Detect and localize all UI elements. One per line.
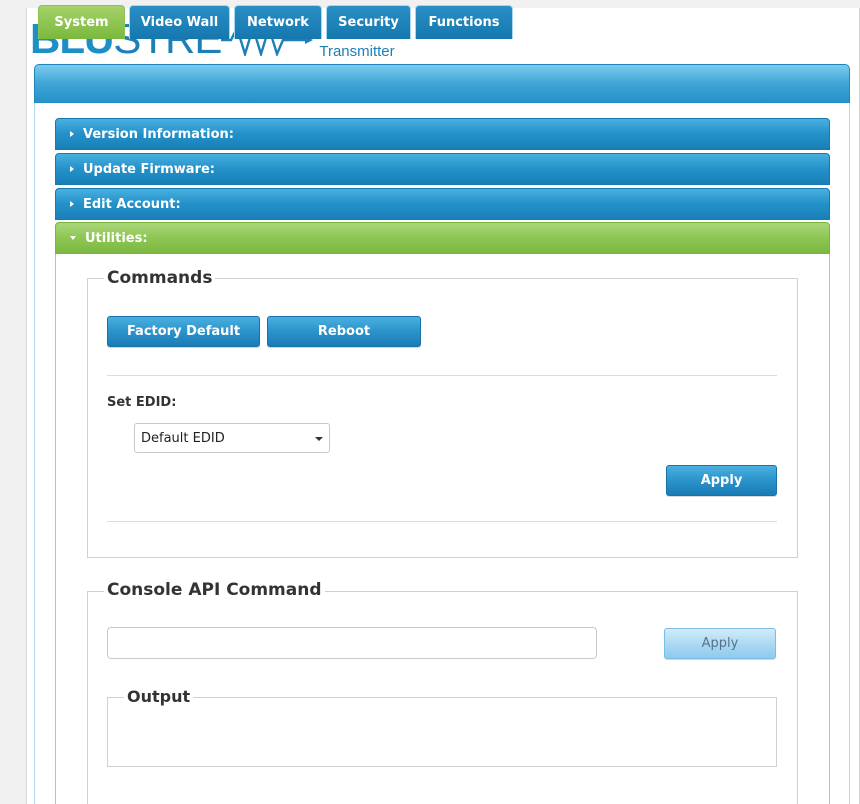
edid-selected-value: Default EDID: [141, 430, 225, 446]
accordion-label: Update Firmware:: [83, 161, 215, 177]
console-command-input[interactable]: [107, 627, 597, 659]
accordion-utilities[interactable]: Utilities:: [55, 222, 830, 254]
tab-functions[interactable]: Functions: [415, 5, 513, 39]
accordion-label: Version Information:: [83, 126, 234, 142]
tab-security[interactable]: Security: [326, 5, 411, 39]
caret-right-icon: [70, 166, 74, 172]
chevron-down-icon: [315, 437, 323, 441]
console-legend: Console API Command: [104, 580, 325, 600]
tab-network[interactable]: Network: [234, 5, 322, 39]
accordion-label: Utilities:: [85, 230, 148, 246]
tab-bar: [34, 64, 850, 103]
accordion-update-firmware[interactable]: Update Firmware:: [55, 153, 830, 185]
brand-subtitle: Transmitter: [319, 43, 395, 60]
accordion-label: Edit Account:: [83, 196, 181, 212]
output-legend: Output: [124, 687, 194, 706]
edid-select[interactable]: Default EDID: [134, 423, 330, 453]
output-fieldset: [107, 697, 777, 767]
tab-system[interactable]: System: [38, 5, 125, 39]
tab-video-wall[interactable]: Video Wall: [129, 5, 230, 39]
edid-apply-button[interactable]: Apply: [666, 465, 777, 496]
caret-down-icon: [70, 236, 76, 240]
accordion-version-information[interactable]: Version Information:: [55, 118, 830, 150]
divider: [107, 375, 777, 376]
commands-legend: Commands: [104, 268, 216, 288]
accordion-edit-account[interactable]: Edit Account:: [55, 188, 830, 220]
output-text: [108, 698, 776, 718]
factory-default-button[interactable]: Factory Default: [107, 316, 260, 347]
reboot-button[interactable]: Reboot: [267, 316, 421, 347]
caret-right-icon: [70, 131, 74, 137]
set-edid-label: Set EDID:: [107, 395, 177, 410]
caret-right-icon: [70, 201, 74, 207]
console-apply-button[interactable]: Apply: [664, 628, 776, 659]
divider: [107, 521, 777, 522]
